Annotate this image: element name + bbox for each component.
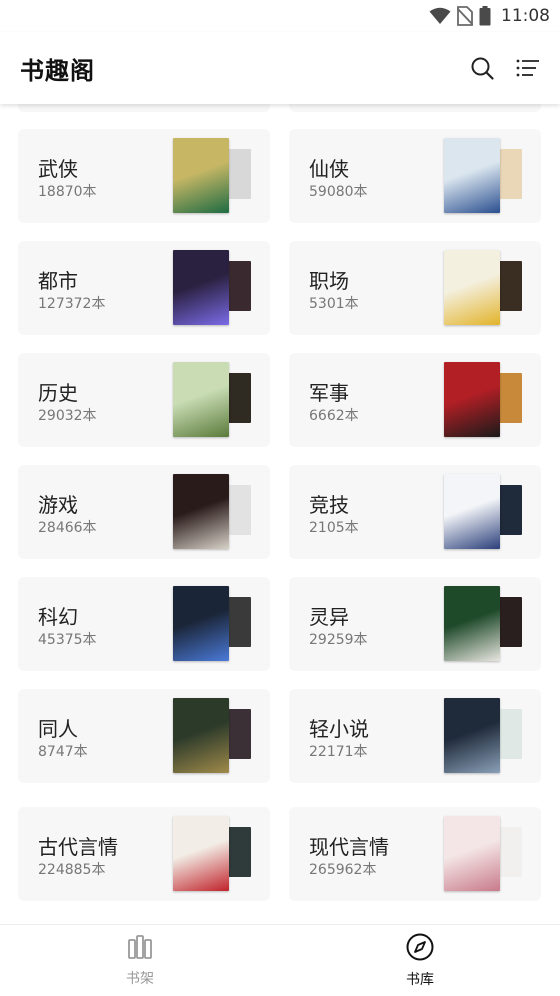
category-name: 科幻 bbox=[38, 605, 78, 629]
category-card[interactable]: 现代言情 265962本 bbox=[289, 807, 541, 901]
book-cover bbox=[444, 250, 500, 325]
book-cover bbox=[173, 138, 229, 213]
category-card[interactable]: 武侠 18870本 bbox=[18, 129, 270, 223]
category-grid: 武侠 18870本 仙侠 59080本都市 127372本 职场 5301本历史 29032本… bbox=[0, 104, 560, 924]
category-name: 灵异 bbox=[309, 605, 349, 629]
book-cover bbox=[444, 474, 500, 549]
category-count: 127372本 bbox=[38, 296, 106, 312]
menu-icon[interactable] bbox=[516, 56, 540, 80]
category-name: 历史 bbox=[38, 381, 78, 405]
book-cover-back bbox=[498, 485, 522, 535]
category-count: 265962本 bbox=[309, 862, 377, 878]
category-name: 现代言情 bbox=[309, 835, 389, 859]
category-name: 仙侠 bbox=[309, 157, 349, 181]
category-card[interactable]: 都市 127372本 bbox=[18, 241, 270, 335]
category-count: 29259本 bbox=[309, 632, 368, 648]
card-peek-left bbox=[18, 104, 270, 112]
book-cover-back bbox=[498, 709, 522, 759]
category-count: 224885本 bbox=[38, 862, 106, 878]
category-count: 5301本 bbox=[309, 296, 359, 312]
card-peek-right bbox=[289, 104, 541, 112]
search-icon[interactable] bbox=[470, 56, 494, 80]
book-cover bbox=[444, 362, 500, 437]
category-card[interactable]: 轻小说 22171本 bbox=[289, 689, 541, 783]
book-cover bbox=[444, 816, 500, 891]
status-bar: 11:08 bbox=[0, 0, 560, 32]
category-card[interactable]: 竞技 2105本 bbox=[289, 465, 541, 559]
battery-icon bbox=[479, 6, 491, 26]
book-cover-back bbox=[227, 827, 251, 877]
book-cover bbox=[173, 474, 229, 549]
nav-bookshelf-label: 书架 bbox=[126, 970, 154, 987]
category-name: 同人 bbox=[38, 717, 78, 741]
nav-library-label: 书库 bbox=[406, 971, 434, 988]
category-count: 6662本 bbox=[309, 408, 359, 424]
book-cover-back bbox=[227, 373, 251, 423]
book-cover bbox=[444, 138, 500, 213]
category-card[interactable]: 职场 5301本 bbox=[289, 241, 541, 335]
category-name: 竞技 bbox=[309, 493, 349, 517]
book-cover-back bbox=[227, 261, 251, 311]
app-title: 书趣阁 bbox=[20, 56, 95, 85]
category-count: 2105本 bbox=[309, 520, 359, 536]
category-name: 游戏 bbox=[38, 493, 78, 517]
bookshelf-icon bbox=[127, 934, 153, 964]
book-cover bbox=[173, 362, 229, 437]
category-card[interactable]: 灵异 29259本 bbox=[289, 577, 541, 671]
category-count: 28466本 bbox=[38, 520, 97, 536]
category-count: 29032本 bbox=[38, 408, 97, 424]
book-cover-back bbox=[227, 709, 251, 759]
book-cover-back bbox=[227, 149, 251, 199]
book-cover bbox=[173, 698, 229, 773]
book-cover-back bbox=[498, 597, 522, 647]
app-actions bbox=[470, 56, 540, 80]
category-name: 都市 bbox=[38, 269, 78, 293]
category-count: 59080本 bbox=[309, 184, 368, 200]
category-name: 职场 bbox=[309, 269, 349, 293]
book-cover-back bbox=[498, 373, 522, 423]
category-card[interactable]: 游戏 28466本 bbox=[18, 465, 270, 559]
nav-bookshelf[interactable]: 书架 bbox=[0, 925, 280, 996]
category-name: 武侠 bbox=[38, 157, 78, 181]
book-cover-back bbox=[498, 149, 522, 199]
category-card[interactable]: 历史 29032本 bbox=[18, 353, 270, 447]
no-sim-icon bbox=[457, 6, 473, 26]
book-cover bbox=[173, 816, 229, 891]
category-count: 22171本 bbox=[309, 744, 368, 760]
category-card[interactable]: 仙侠 59080本 bbox=[289, 129, 541, 223]
book-cover-back bbox=[227, 485, 251, 535]
category-card[interactable]: 军事 6662本 bbox=[289, 353, 541, 447]
category-card[interactable]: 同人 8747本 bbox=[18, 689, 270, 783]
category-count: 8747本 bbox=[38, 744, 88, 760]
category-count: 45375本 bbox=[38, 632, 97, 648]
book-cover bbox=[444, 586, 500, 661]
book-cover-back bbox=[227, 597, 251, 647]
category-name: 古代言情 bbox=[38, 835, 118, 859]
category-count: 18870本 bbox=[38, 184, 97, 200]
wifi-icon bbox=[429, 7, 451, 25]
book-cover bbox=[173, 250, 229, 325]
category-card[interactable]: 古代言情 224885本 bbox=[18, 807, 270, 901]
bottom-nav: 书架 书库 bbox=[0, 924, 560, 996]
book-cover-back bbox=[498, 261, 522, 311]
app-bar: 书趣阁 bbox=[0, 32, 560, 104]
status-time: 11:08 bbox=[501, 6, 550, 26]
nav-library[interactable]: 书库 bbox=[280, 925, 560, 996]
book-cover bbox=[173, 586, 229, 661]
category-name: 轻小说 bbox=[309, 717, 369, 741]
book-cover-back bbox=[498, 827, 522, 877]
category-card[interactable]: 科幻 45375本 bbox=[18, 577, 270, 671]
compass-icon bbox=[406, 933, 434, 965]
book-cover bbox=[444, 698, 500, 773]
category-name: 军事 bbox=[309, 381, 349, 405]
